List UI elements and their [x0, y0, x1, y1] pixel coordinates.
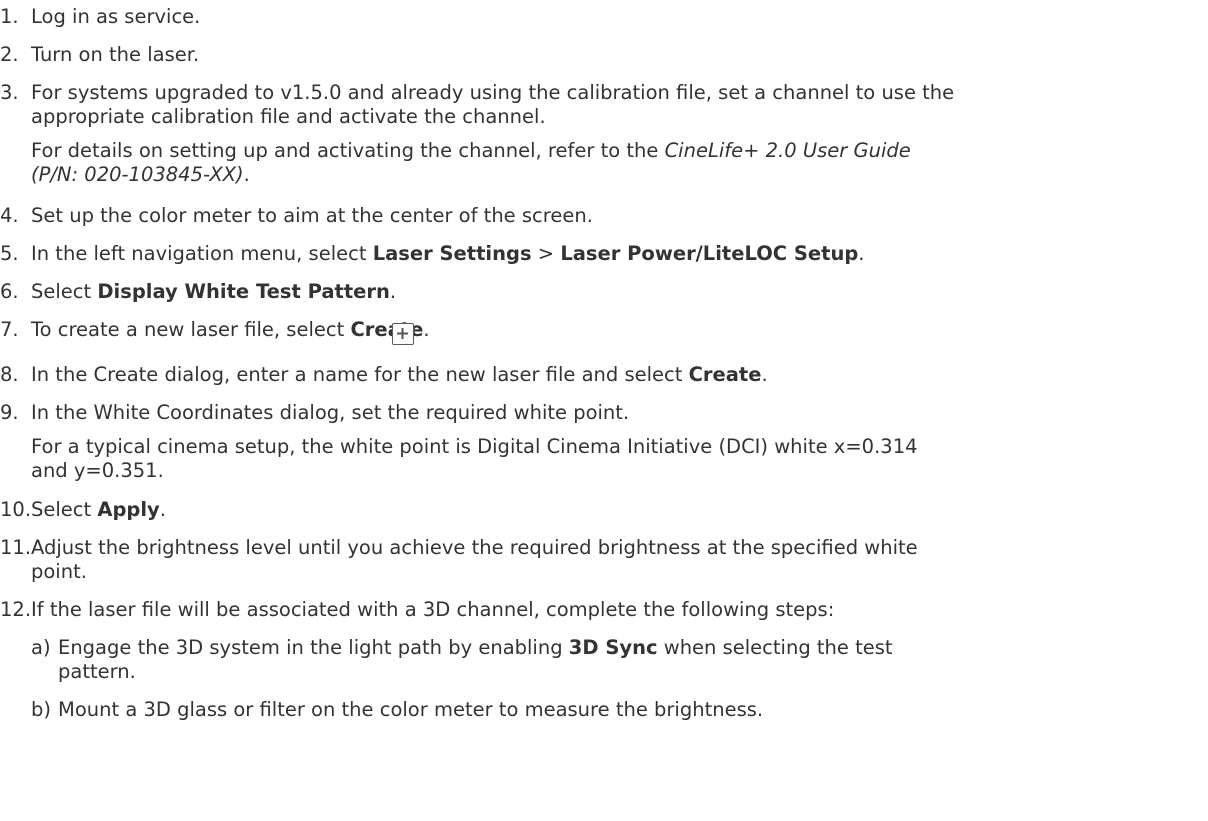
step-number: 9. [0, 401, 19, 424]
step-number: 12. [0, 598, 32, 621]
plus-square-icon [392, 323, 414, 345]
display-white-test-pattern-label: Display White Test Pattern [97, 280, 390, 303]
step-number: 1. [0, 5, 19, 28]
procedure-document: 1. Log in as service. 2. Turn on the las… [0, 0, 1208, 821]
step-number: 10. [0, 498, 32, 521]
step-text: Log in as service. [31, 5, 201, 28]
substep-text: Engage the 3D system in the light path b… [58, 636, 893, 659]
step-text: Turn on the laser. [31, 43, 200, 66]
step-note: and y=0.351. [31, 459, 164, 482]
step-text: In the Create dialog, enter a name for t… [31, 363, 768, 386]
substep-text: Mount a 3D glass or filter on the color … [58, 698, 764, 721]
step-text: appropriate calibration file and activat… [31, 105, 546, 128]
menu-laser-settings: Laser Settings [372, 242, 532, 265]
substep-letter: b) [31, 698, 51, 721]
step-number: 8. [0, 363, 19, 386]
step-text: In the White Coordinates dialog, set the… [31, 401, 630, 424]
step-note: For a typical cinema setup, the white po… [31, 435, 918, 458]
step-number: 7. [0, 318, 19, 341]
step-text: Select Apply. [31, 498, 166, 521]
menu-laser-power-setup: Laser Power/LiteLOC Setup [560, 242, 859, 265]
step-text: Adjust the brightness level until you ac… [31, 536, 918, 559]
step-text: For systems upgraded to v1.5.0 and alrea… [31, 81, 955, 104]
step-number: 6. [0, 280, 19, 303]
step-text: In the left navigation menu, select Lase… [31, 242, 865, 265]
user-guide-reference: CineLife+ 2.0 User Guide [664, 139, 911, 162]
create-label: Create [688, 363, 762, 386]
step-note: For details on setting up and activating… [31, 139, 911, 162]
3d-sync-label: 3D Sync [568, 636, 658, 659]
step-text: To create a new laser file, select Creat… [31, 318, 430, 341]
step-number: 11. [0, 536, 32, 559]
step-text: If the laser file will be associated wit… [31, 598, 835, 621]
step-text: point. [31, 560, 87, 583]
step-number: 5. [0, 242, 19, 265]
step-text: Select Display White Test Pattern. [31, 280, 397, 303]
step-number: 2. [0, 43, 19, 66]
step-number: 3. [0, 81, 19, 104]
step-text: Set up the color meter to aim at the cen… [31, 204, 593, 227]
substep-letter: a) [31, 636, 51, 659]
part-number-reference: (P/N: 020-103845-XX) [31, 163, 244, 186]
apply-label: Apply [97, 498, 160, 521]
step-note: (P/N: 020-103845-XX). [31, 163, 250, 186]
substep-text: pattern. [58, 660, 136, 683]
step-number: 4. [0, 204, 19, 227]
